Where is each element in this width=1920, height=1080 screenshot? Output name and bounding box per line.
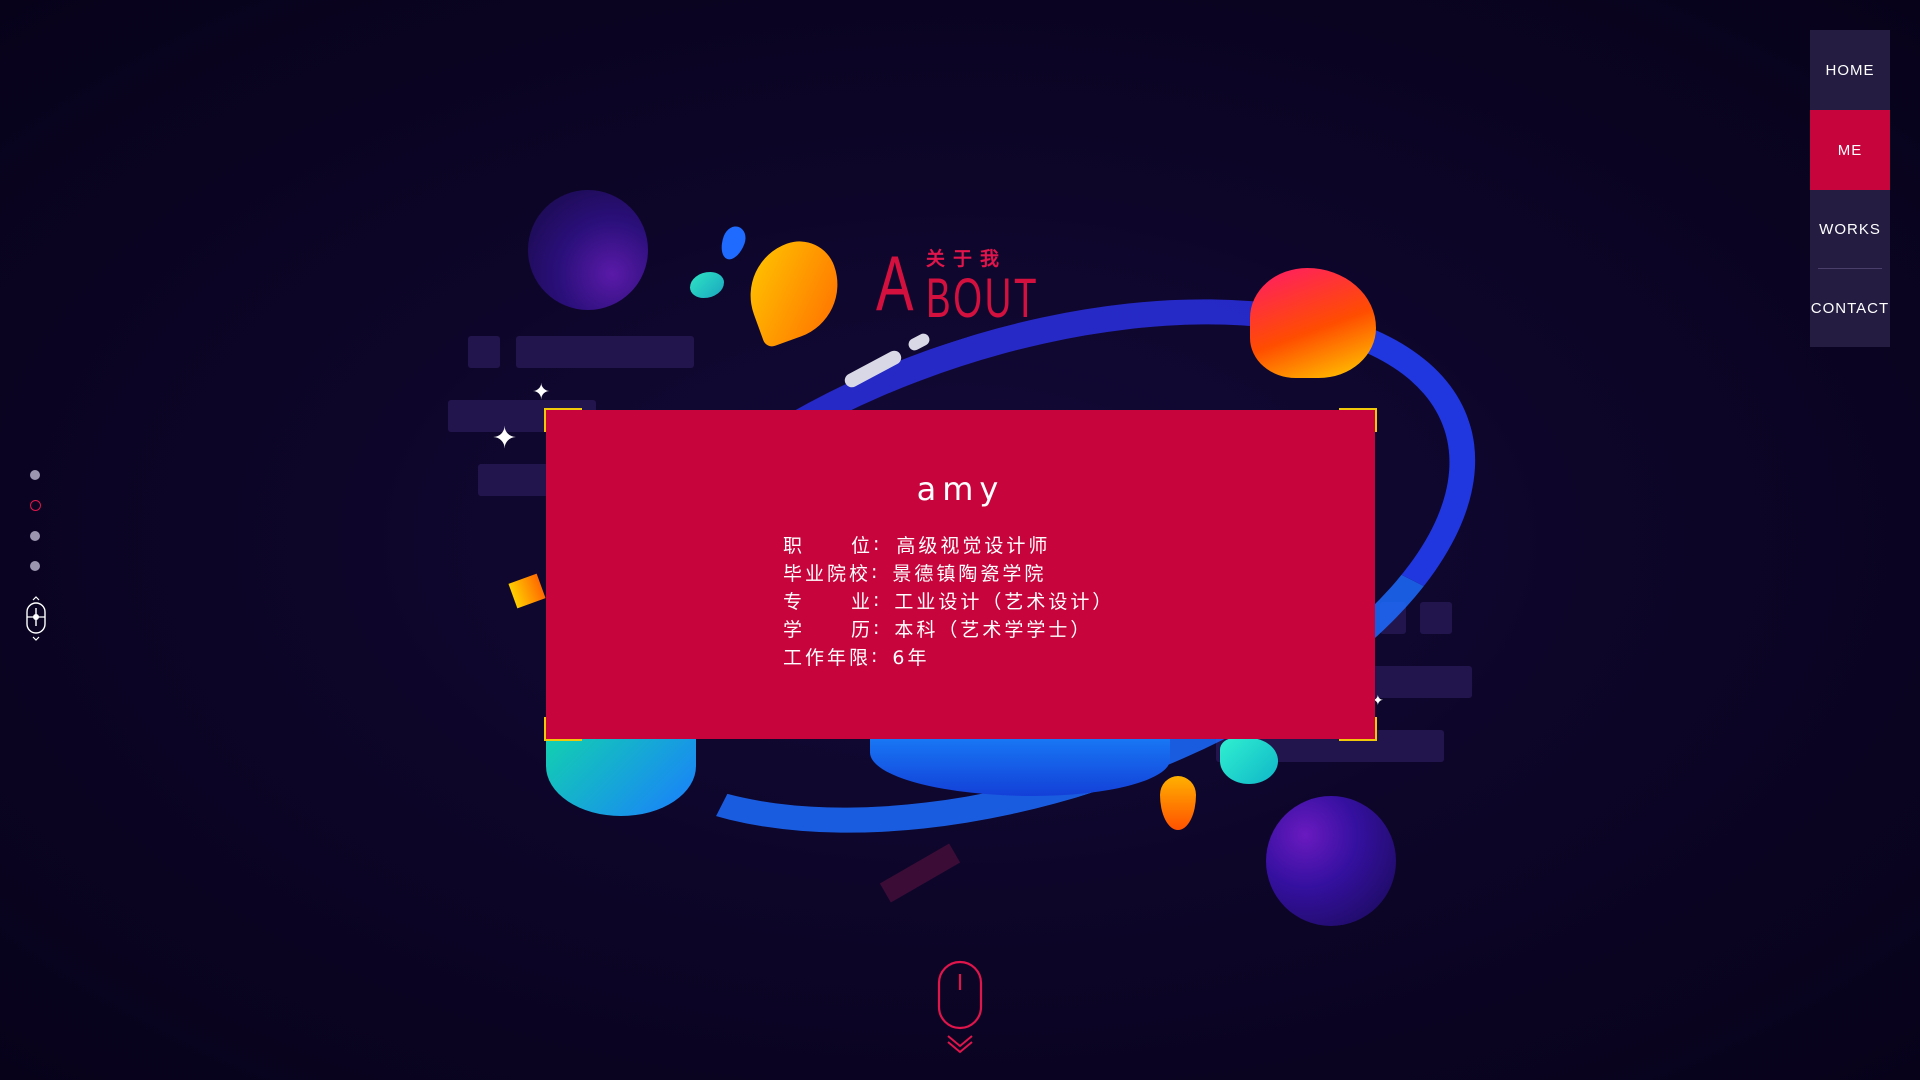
info-row-years: 工作年限 : 6年	[783, 642, 1114, 670]
page-dot-4[interactable]	[30, 561, 40, 571]
main-nav: HOME ME WORKS CONTACT	[1810, 30, 1890, 347]
info-key: 毕业院校	[783, 562, 872, 585]
mini-scroll-mouse-icon[interactable]	[24, 596, 48, 642]
info-value: 高级视觉设计师	[896, 534, 1051, 557]
info-row-major: 专业 : 工业设计（艺术设计）	[783, 586, 1114, 614]
nav-works[interactable]: WORKS	[1810, 190, 1890, 268]
profile-card: amy 职位 : 高级视觉设计师 毕业院校 : 景德镇陶瓷学院 专业 : 工业设…	[544, 408, 1377, 741]
info-value: 本科（艺术学学士）	[894, 618, 1093, 641]
info-value: 景德镇陶瓷学院	[892, 562, 1047, 585]
about-page: ✦ ✦ ✦ A BOUT 关于我 amy 职位 : 高级视觉设计师 毕业院校 :	[0, 0, 1920, 1080]
orange-drop	[1160, 776, 1196, 830]
sparkle-icon: ✦	[492, 421, 518, 456]
page-dot-1[interactable]	[30, 470, 40, 480]
nav-contact[interactable]: CONTACT	[1810, 269, 1890, 347]
info-key: 专业	[783, 590, 873, 613]
about-heading: A BOUT 关于我	[876, 239, 1056, 327]
card-corner-top-left	[544, 408, 582, 432]
teal-drop	[690, 272, 724, 298]
info-value: 工业设计（艺术设计）	[894, 590, 1115, 613]
purple-orb-top	[528, 190, 648, 310]
info-key: 工作年限	[783, 646, 872, 669]
info-row-degree: 学历 : 本科（艺术学学士）	[783, 614, 1114, 642]
info-row-school: 毕业院校 : 景德镇陶瓷学院	[783, 558, 1114, 586]
blue-drop	[716, 223, 750, 263]
info-sep: :	[871, 645, 881, 667]
card-corner-bottom-right	[1339, 717, 1377, 741]
profile-info-list: 职位 : 高级视觉设计师 毕业院校 : 景德镇陶瓷学院 专业 : 工业设计（艺术…	[783, 530, 1114, 670]
profile-name: amy	[916, 470, 1005, 508]
page-dots	[30, 470, 42, 591]
info-value: 6年	[892, 646, 930, 669]
purple-orb-bottom	[1266, 796, 1396, 926]
teal-splash	[1220, 738, 1278, 784]
about-rest-letters: BOUT	[926, 266, 1040, 329]
info-key: 职位	[783, 534, 873, 557]
about-cn-label: 关于我	[926, 248, 1008, 270]
card-corner-bottom-left	[544, 717, 582, 741]
scroll-down-mouse-icon[interactable]	[937, 960, 983, 1056]
sparkle-icon: ✦	[532, 380, 551, 405]
info-sep: :	[873, 533, 883, 555]
info-sep: :	[871, 561, 881, 583]
info-sep: :	[873, 617, 883, 639]
info-sep: :	[873, 589, 883, 611]
orange-splash	[735, 231, 853, 349]
dark-red-strip	[879, 843, 961, 903]
nav-home[interactable]: HOME	[1810, 30, 1890, 110]
info-key: 学历	[783, 618, 873, 641]
about-wordmark: A BOUT	[876, 239, 1037, 327]
yellow-strip	[508, 573, 546, 609]
page-dot-3[interactable]	[30, 531, 40, 541]
nav-me[interactable]: ME	[1810, 110, 1890, 190]
info-row-position: 职位 : 高级视觉设计师	[783, 530, 1114, 558]
card-corner-top-right	[1339, 408, 1377, 432]
red-orange-splash	[1250, 268, 1376, 378]
about-cap-letter: A	[876, 239, 914, 327]
page-dot-2-active[interactable]	[30, 500, 41, 511]
